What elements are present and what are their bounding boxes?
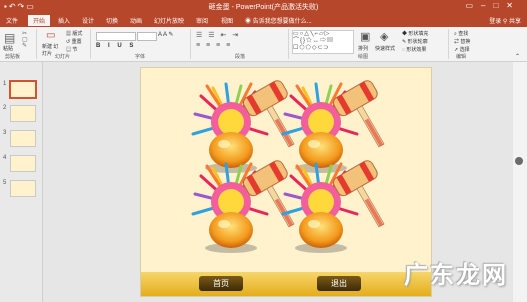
- group-editing-label: 编辑: [456, 54, 467, 60]
- thumbnail-number: 5: [3, 180, 7, 186]
- group-divider: [36, 29, 37, 59]
- select-button[interactable]: ➚ 选择: [454, 46, 470, 53]
- tab-home[interactable]: 开始: [28, 15, 51, 26]
- thumbnail-number: 3: [3, 130, 7, 136]
- tab-view[interactable]: 视图: [221, 16, 233, 25]
- slide-thumbnail-1[interactable]: [9, 80, 37, 99]
- find-button[interactable]: ⌕ 查找: [454, 30, 468, 37]
- paragraph-list-icons[interactable]: ☰ ☰ ⇤ ⇥: [196, 31, 240, 39]
- font-name-input[interactable]: [96, 32, 136, 41]
- thumbnail-number: 4: [3, 155, 7, 161]
- golden-eggs-illustration: [191, 77, 403, 255]
- tab-insert[interactable]: 插入: [58, 16, 70, 25]
- group-divider: [288, 29, 289, 59]
- shape-outline-button[interactable]: ✎ 形状轮廓: [402, 38, 428, 45]
- slide-thumbnail-4[interactable]: [10, 155, 36, 172]
- slide-thumbnail-3[interactable]: [10, 130, 36, 147]
- tab-animations[interactable]: 动画: [130, 16, 142, 25]
- exit-button[interactable]: 退出: [317, 276, 361, 291]
- group-clipboard-label: 剪贴板: [5, 54, 21, 60]
- vertical-scrollbar[interactable]: [513, 62, 527, 302]
- reset-button[interactable]: ↺ 重置: [66, 38, 82, 45]
- maximize-icon[interactable]: □: [493, 1, 506, 10]
- tab-slideshow[interactable]: 幻灯片放映: [154, 16, 184, 25]
- paste-button[interactable]: 粘贴: [3, 45, 13, 52]
- close-icon[interactable]: ✕: [506, 1, 521, 10]
- tell-me-search[interactable]: ◉ 告诉我您想要做什么...: [245, 16, 312, 25]
- window-title: 砸金蛋 - PowerPoint(产品激活失败): [208, 4, 319, 11]
- quick-styles-button[interactable]: 快速样式: [375, 45, 395, 52]
- collapse-ribbon-icon[interactable]: ⌃: [515, 53, 520, 60]
- group-slides-label: 幻灯片: [55, 54, 71, 60]
- replace-button[interactable]: ⇄ 替换: [454, 38, 470, 45]
- golden-egg-4[interactable]: [281, 157, 403, 255]
- layout-button[interactable]: ▦ 版式: [66, 30, 82, 37]
- bottom-nav-bar: 首页 退出: [141, 272, 431, 296]
- group-divider: [448, 29, 449, 59]
- home-button[interactable]: 首页: [199, 276, 243, 291]
- slide-thumbnail-2[interactable]: [10, 105, 36, 122]
- section-button[interactable]: ▤ 节: [66, 46, 77, 53]
- paragraph-align-icons[interactable]: ≡ ≡ ≡ ≡: [196, 42, 232, 49]
- golden-egg-3[interactable]: [191, 157, 313, 255]
- account-area: 登录 ⚲ 共享: [489, 16, 521, 25]
- shapes-gallery[interactable]: ▭○△╲⌐▱▷ ⌒{}☆↔⇨▤ ☐⬡⬠◇⊂⊃: [292, 30, 354, 54]
- watermark-text: 广东龙网: [404, 262, 508, 289]
- slide-canvas[interactable]: 首页 退出: [140, 67, 432, 297]
- lightbulb-icon: ◉: [245, 19, 253, 25]
- group-divider: [90, 29, 91, 59]
- sign-in-link[interactable]: 登录: [489, 19, 501, 25]
- arrange-button[interactable]: 排列: [358, 45, 368, 52]
- thumbnail-number: 1: [3, 81, 7, 87]
- quick-styles-icon[interactable]: ◈: [380, 30, 388, 43]
- golden-egg-2[interactable]: [281, 77, 403, 175]
- ribbon: ▤ 粘贴 ✂ ▢ ✎ 剪贴板 ▭ 新建 幻灯片 ▦ 版式 ↺ 重置 ▤ 节 幻灯片 …: [0, 27, 527, 62]
- ribbon-options-icon[interactable]: ▭: [465, 1, 481, 10]
- tab-file[interactable]: 文件: [6, 16, 18, 25]
- title-bar: ▪↶↷▭ 砸金蛋 - PowerPoint(产品激活失败) ▭–□✕: [0, 0, 527, 14]
- font-size-input[interactable]: [137, 32, 157, 41]
- window-controls[interactable]: ▭–□✕: [465, 1, 521, 10]
- font-size-change-icons[interactable]: A A ✎: [158, 31, 173, 38]
- slide-thumbnails-panel: 1 2 3 4 5: [0, 62, 43, 302]
- shape-effects-button[interactable]: ◌ 形状效果: [402, 46, 426, 53]
- ribbon-tabs: 文件 开始 插入 设计 切换 动画 幻灯片放映 审阅 视图 ◉ 告诉我您想要做什…: [0, 14, 527, 27]
- slide-thumbnail-5[interactable]: [10, 180, 36, 197]
- group-paragraph-label: 段落: [235, 54, 246, 60]
- group-font-label: 字体: [135, 54, 146, 60]
- paste-icon[interactable]: ▤: [4, 31, 15, 45]
- clipboard-small-icons[interactable]: ✂ ▢ ✎: [22, 31, 28, 49]
- new-slide-icon[interactable]: ▭: [46, 30, 55, 41]
- tab-design[interactable]: 设计: [82, 16, 94, 25]
- font-format-buttons[interactable]: B I U S: [96, 43, 136, 49]
- shape-fill-button[interactable]: ◆ 形状填充: [402, 30, 428, 37]
- tab-transitions[interactable]: 切换: [106, 16, 118, 25]
- thumbnail-number: 2: [3, 105, 7, 111]
- golden-egg-1[interactable]: [191, 77, 313, 175]
- tab-review[interactable]: 审阅: [196, 16, 208, 25]
- minimize-icon[interactable]: –: [481, 1, 493, 10]
- comment-bullet-icon: [515, 157, 523, 165]
- group-drawing-label: 绘图: [358, 54, 369, 60]
- group-divider: [190, 29, 191, 59]
- arrange-icon[interactable]: ▣: [360, 30, 370, 43]
- share-button[interactable]: 共享: [509, 19, 521, 25]
